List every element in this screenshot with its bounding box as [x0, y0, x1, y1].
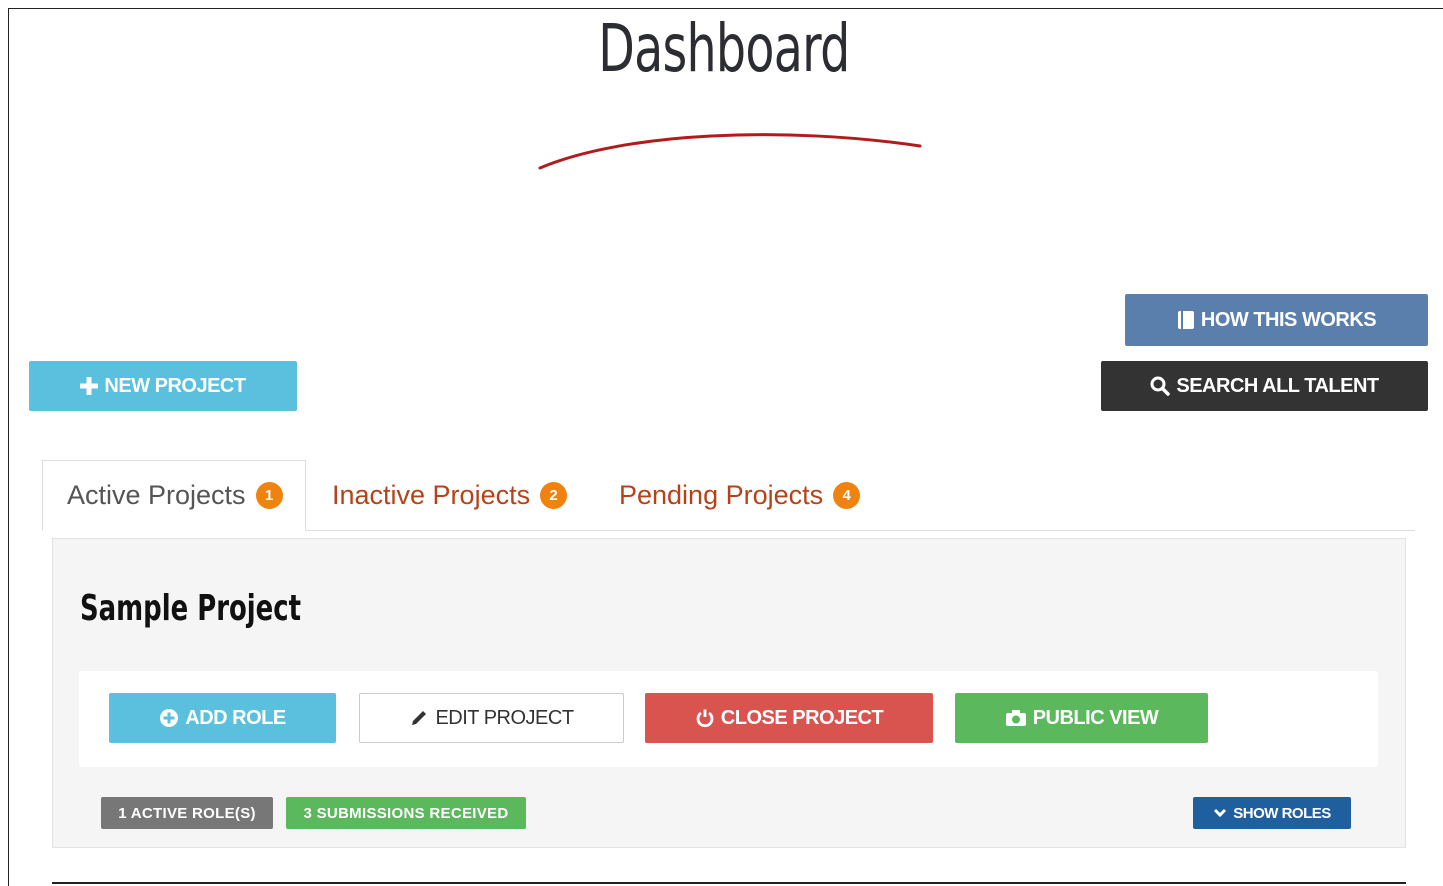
- power-icon: [695, 708, 715, 728]
- plus-circle-icon: [159, 708, 179, 728]
- project-tabs: Active Projects 1 Inactive Projects 2 Pe…: [42, 460, 1415, 531]
- chevron-down-icon: [1213, 807, 1227, 819]
- count-badge: 1: [255, 482, 283, 509]
- public-view-label: PUBLIC VIEW: [1032, 706, 1159, 729]
- count-badge: 2: [540, 481, 568, 509]
- public-view-button[interactable]: PUBLIC VIEW: [955, 693, 1208, 743]
- new-project-label: NEW PROJECT: [104, 374, 246, 397]
- edit-project-button[interactable]: EDIT PROJECT: [359, 693, 624, 743]
- page-title: Dashboard: [598, 10, 850, 87]
- show-roles-label: SHOW ROLES: [1233, 804, 1331, 822]
- pencil-icon: [409, 708, 429, 728]
- divider: [52, 882, 1406, 884]
- search-icon: [1150, 376, 1171, 396]
- close-project-button[interactable]: CLOSE PROJECT: [645, 693, 933, 743]
- search-all-talent-button[interactable]: SEARCH ALL TALENT: [1101, 361, 1428, 411]
- search-all-talent-label: SEARCH ALL TALENT: [1176, 374, 1379, 397]
- add-role-button[interactable]: ADD ROLE: [109, 693, 336, 743]
- edit-project-label: EDIT PROJECT: [435, 706, 574, 729]
- tab-pending-projects[interactable]: Pending Projects 4: [595, 460, 861, 530]
- close-project-label: CLOSE PROJECT: [720, 706, 884, 729]
- new-project-button[interactable]: NEW PROJECT: [29, 361, 297, 411]
- how-this-works-label: HOW THIS WORKS: [1200, 308, 1377, 331]
- tab-label: Active Projects: [67, 480, 246, 510]
- camera-icon: [1005, 709, 1027, 727]
- count-badge: 4: [833, 481, 861, 509]
- add-role-label: ADD ROLE: [185, 706, 286, 729]
- project-title: Sample Project: [80, 588, 302, 629]
- how-this-works-button[interactable]: HOW THIS WORKS: [1125, 294, 1428, 346]
- plus-icon: [80, 377, 99, 395]
- tab-label: Inactive Projects: [332, 479, 531, 510]
- book-icon: [1177, 310, 1195, 330]
- decorative-swoosh: [538, 133, 922, 170]
- tab-inactive-projects[interactable]: Inactive Projects 2: [308, 460, 568, 530]
- tab-active-projects[interactable]: Active Projects 1: [42, 460, 306, 531]
- show-roles-button[interactable]: SHOW ROLES: [1193, 797, 1351, 829]
- tab-label: Pending Projects: [619, 479, 824, 510]
- active-roles-badge: 1 ACTIVE ROLE(S): [101, 797, 273, 829]
- submissions-badge: 3 SUBMISSIONS RECEIVED: [286, 797, 526, 829]
